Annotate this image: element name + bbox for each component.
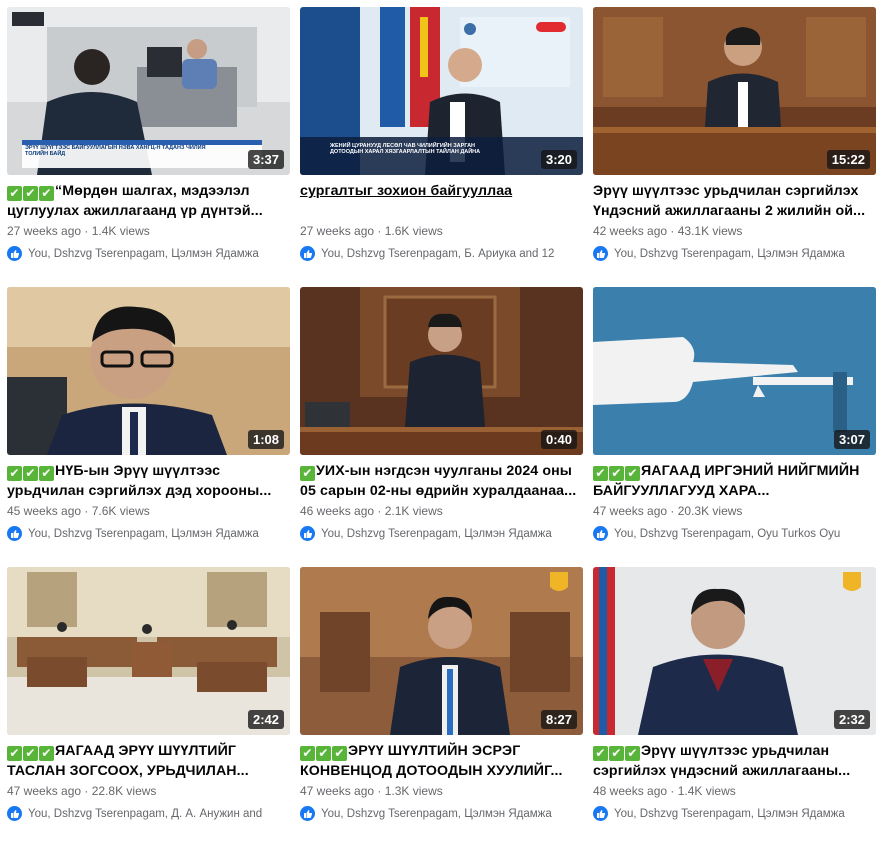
check-icon: ✔ [23,466,38,481]
video-title[interactable]: ✔ ✔ ✔ ЯАГААД ЭРҮҮ ШҮҮЛТИЙГ ТАСЛАН ЗОГСООХ, … [7,741,290,781]
check-icon: ✔ [7,746,22,761]
video-duration: 2:42 [247,710,284,729]
video-duration: 3:07 [833,430,870,449]
like-icon [593,526,608,541]
video-thumbnail[interactable]: ЭРҮҮ ШҮҮГТЭЭС БАЙГУУЛЛАГЫН НЭВА ХАНГЦ-Н … [7,7,290,175]
like-icon [300,526,315,541]
check-icon: ✔ [332,746,347,761]
reactors[interactable]: You, Dshzvg Tserenpagam, Oyu Turkos Oyu [593,526,876,541]
video-meta: 48 weeks ago · 1.4K views [593,784,736,798]
video-title[interactable]: ✔ ✔ ✔ “Мөрдөн шалгах, мэдээлэл цуглуулах аж… [7,181,290,221]
thumbnail-caption: ЖЕНИЙ ЦУРАНУУД ЛЕСӨЛ ЧАВ ЧИЛИЙГИЙН ЗАРГА… [330,143,481,155]
like-icon [7,246,22,261]
video-meta: 47 weeks ago · 1.3K views [300,784,443,798]
reactors[interactable]: You, Dshzvg Tserenpagam, Цэлмэн Ядамжа [593,806,876,821]
like-icon [7,806,22,821]
check-icon: ✔ [593,746,608,761]
video-grid: ЭРҮҮ ШҮҮГТЭЭС БАЙГУУЛЛАГЫН НЭВА ХАНГЦ-Н … [7,7,877,847]
video-thumbnail[interactable]: 1:08 [7,287,290,455]
video-meta: 45 weeks ago · 7.6K views [7,504,150,518]
video-thumbnail[interactable]: ЖЕНИЙ ЦУРАНУУД ЛЕСӨЛ ЧАВ ЧИЛИЙГИЙН ЗАРГА… [300,7,583,175]
video-duration: 8:27 [540,710,577,729]
video-title[interactable]: сургалтыг зохион байгууллаа [300,181,583,221]
video-meta: 27 weeks ago · 1.6K views [300,224,443,238]
reactors[interactable]: You, Dshzvg Tserenpagam, Б. Ариука and 1… [300,246,583,261]
check-icon: ✔ [39,186,54,201]
reactors[interactable]: You, Dshzvg Tserenpagam, Д. А. Анужин an… [7,806,290,821]
reactors[interactable]: You, Dshzvg Tserenpagam, Цэлмэн Ядамжа [7,526,290,541]
video-card[interactable]: 1:08 ✔ ✔ ✔ НҮБ-ын Эрүү шүүлтээс урьдчилан с… [7,287,290,567]
video-card[interactable]: ЖЕНИЙ ЦУРАНУУД ЛЕСӨЛ ЧАВ ЧИЛИЙГИЙН ЗАРГА… [300,7,583,287]
video-duration: 3:37 [247,150,284,169]
video-card[interactable]: 2:42 ✔ ✔ ✔ ЯАГААД ЭРҮҮ ШҮҮЛТИЙГ ТАСЛАН ЗОГС… [7,567,290,847]
thumbnail-image [7,567,290,735]
check-icon: ✔ [39,466,54,481]
video-title[interactable]: Эрүү шүүлтээс урьдчилан сэргийлэх Үндэсн… [593,181,876,221]
reactors[interactable]: You, Dshzvg Tserenpagam, Цэлмэн Ядамжа [593,246,876,261]
video-title[interactable]: ✔ УИХ-ын нэгдсэн чуулганы 2024 оны 05 сар… [300,461,583,501]
thumbnail-image [300,287,583,455]
video-thumbnail[interactable]: 3:07 [593,287,876,455]
video-thumbnail[interactable]: 2:32 [593,567,876,735]
check-icon: ✔ [7,466,22,481]
video-meta: 27 weeks ago · 1.4K views [7,224,150,238]
like-icon [7,526,22,541]
check-icon: ✔ [23,746,38,761]
video-card[interactable]: 8:27 ✔ ✔ ✔ ЭРҮҮ ШҮҮЛТИЙН ЭСРЭГ КОНВЕНЦОД ДО… [300,567,583,847]
check-icon: ✔ [23,186,38,201]
check-icon: ✔ [609,466,624,481]
video-meta: 46 weeks ago · 2.1K views [300,504,443,518]
like-icon [300,806,315,821]
like-icon [593,246,608,261]
video-duration: 15:22 [826,150,870,169]
check-icon: ✔ [316,746,331,761]
video-card[interactable]: 0:40 ✔ УИХ-ын нэгдсэн чуулганы 2024 оны 0… [300,287,583,567]
video-duration: 1:08 [247,430,284,449]
video-card[interactable]: 3:07 ✔ ✔ ✔ ЯАГААД ИРГЭНИЙ НИЙГМИЙН БАЙГУУЛЛ… [593,287,876,567]
reactors[interactable]: You, Dshzvg Tserenpagam, Цэлмэн Ядамжа [300,806,583,821]
video-card[interactable]: 15:22 Эрүү шүүлтээс урьдчилан сэргийлэх … [593,7,876,287]
video-title[interactable]: ✔ ✔ ✔ Эрүү шүүлтээс урьдчилан сэргийлэх үнд… [593,741,876,781]
thumbnail-image [300,567,583,735]
video-title[interactable]: ✔ ✔ ✔ ЯАГААД ИРГЭНИЙ НИЙГМИЙН БАЙГУУЛЛАГУУД… [593,461,876,501]
thumbnail-caption: ЭРҮҮ ШҮҮГТЭЭС БАЙГУУЛЛАГЫН НЭВА ХАНГЦ-Н … [25,145,206,157]
video-card[interactable]: ЭРҮҮ ШҮҮГТЭЭС БАЙГУУЛЛАГЫН НЭВА ХАНГЦ-Н … [7,7,290,287]
check-icon: ✔ [625,746,640,761]
video-meta: 47 weeks ago · 22.8K views [7,784,157,798]
video-title[interactable]: ✔ ✔ ✔ НҮБ-ын Эрүү шүүлтээс урьдчилан сэргий… [7,461,290,501]
like-icon [300,246,315,261]
video-duration: 0:40 [540,430,577,449]
video-thumbnail[interactable]: 2:42 [7,567,290,735]
thumbnail-image [593,567,876,735]
check-icon: ✔ [593,466,608,481]
check-icon: ✔ [625,466,640,481]
reactors[interactable]: You, Dshzvg Tserenpagam, Цэлмэн Ядамжа [300,526,583,541]
check-icon: ✔ [39,746,54,761]
like-icon [593,806,608,821]
video-duration: 3:20 [540,150,577,169]
video-duration: 2:32 [833,710,870,729]
video-title[interactable]: ✔ ✔ ✔ ЭРҮҮ ШҮҮЛТИЙН ЭСРЭГ КОНВЕНЦОД ДОТООДЫ… [300,741,583,781]
thumbnail-image [593,287,876,455]
video-meta: 47 weeks ago · 20.3K views [593,504,743,518]
video-card[interactable]: 2:32 ✔ ✔ ✔ Эрүү шүүлтээс урьдчилан сэргийлэ… [593,567,876,847]
video-thumbnail[interactable]: 15:22 [593,7,876,175]
check-icon: ✔ [300,466,315,481]
video-thumbnail[interactable]: 8:27 [300,567,583,735]
video-thumbnail[interactable]: 0:40 [300,287,583,455]
video-meta: 42 weeks ago · 43.1K views [593,224,743,238]
check-icon: ✔ [7,186,22,201]
thumbnail-image [7,287,290,455]
check-icon: ✔ [300,746,315,761]
reactors[interactable]: You, Dshzvg Tserenpagam, Цэлмэн Ядамжа [7,246,290,261]
check-icon: ✔ [609,746,624,761]
